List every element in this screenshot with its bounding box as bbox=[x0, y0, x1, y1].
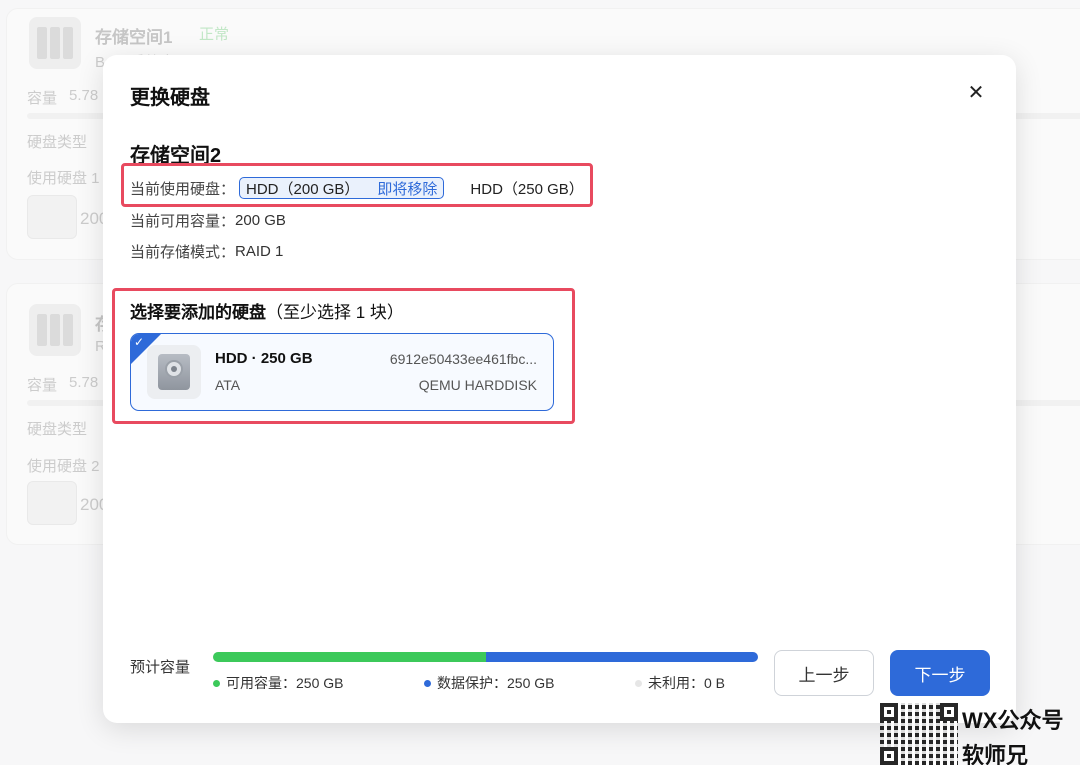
replace-disk-dialog: 更换硬盘 ✕ 存储空间2 当前使用硬盘： HDD（200 GB） 即将移除 HD… bbox=[103, 55, 1016, 723]
legend-label: 可用容量：250 GB bbox=[226, 675, 344, 691]
legend-unused: 未利用：0 B bbox=[635, 673, 725, 693]
watermark-line1: WX公众号 bbox=[962, 708, 1064, 733]
capacity-segment-available bbox=[213, 652, 486, 662]
dialog-title: 更换硬盘 bbox=[130, 87, 210, 109]
storage-mode-label: 当前存储模式： bbox=[130, 244, 236, 261]
available-capacity-row: 当前可用容量： 200 GB bbox=[130, 210, 286, 231]
qr-code bbox=[880, 703, 958, 765]
close-icon[interactable]: ✕ bbox=[966, 83, 986, 103]
available-capacity-value: 200 GB bbox=[235, 212, 286, 229]
estimated-capacity-label: 预计容量 bbox=[130, 659, 191, 676]
highlight-box-select-disk bbox=[112, 288, 575, 424]
legend-dot bbox=[213, 679, 220, 687]
legend-dot bbox=[635, 679, 642, 687]
highlight-box-current-disks bbox=[121, 163, 593, 207]
watermark-line2: 软师兄 bbox=[962, 743, 1029, 765]
legend-label: 数据保护：250 GB bbox=[437, 675, 555, 691]
previous-button[interactable]: 上一步 bbox=[774, 650, 874, 696]
storage-mode-value: RAID 1 bbox=[235, 243, 284, 260]
legend-protection: 数据保护：250 GB bbox=[424, 673, 554, 693]
storage-mode-row: 当前存储模式： RAID 1 bbox=[130, 241, 283, 262]
next-button[interactable]: 下一步 bbox=[890, 650, 990, 696]
legend-label: 未利用：0 B bbox=[648, 675, 726, 691]
legend-dot bbox=[424, 679, 431, 687]
estimated-capacity-bar bbox=[213, 652, 758, 662]
available-capacity-label: 当前可用容量： bbox=[130, 213, 236, 230]
legend-available: 可用容量：250 GB bbox=[213, 673, 343, 693]
capacity-segment-protection bbox=[485, 652, 758, 662]
